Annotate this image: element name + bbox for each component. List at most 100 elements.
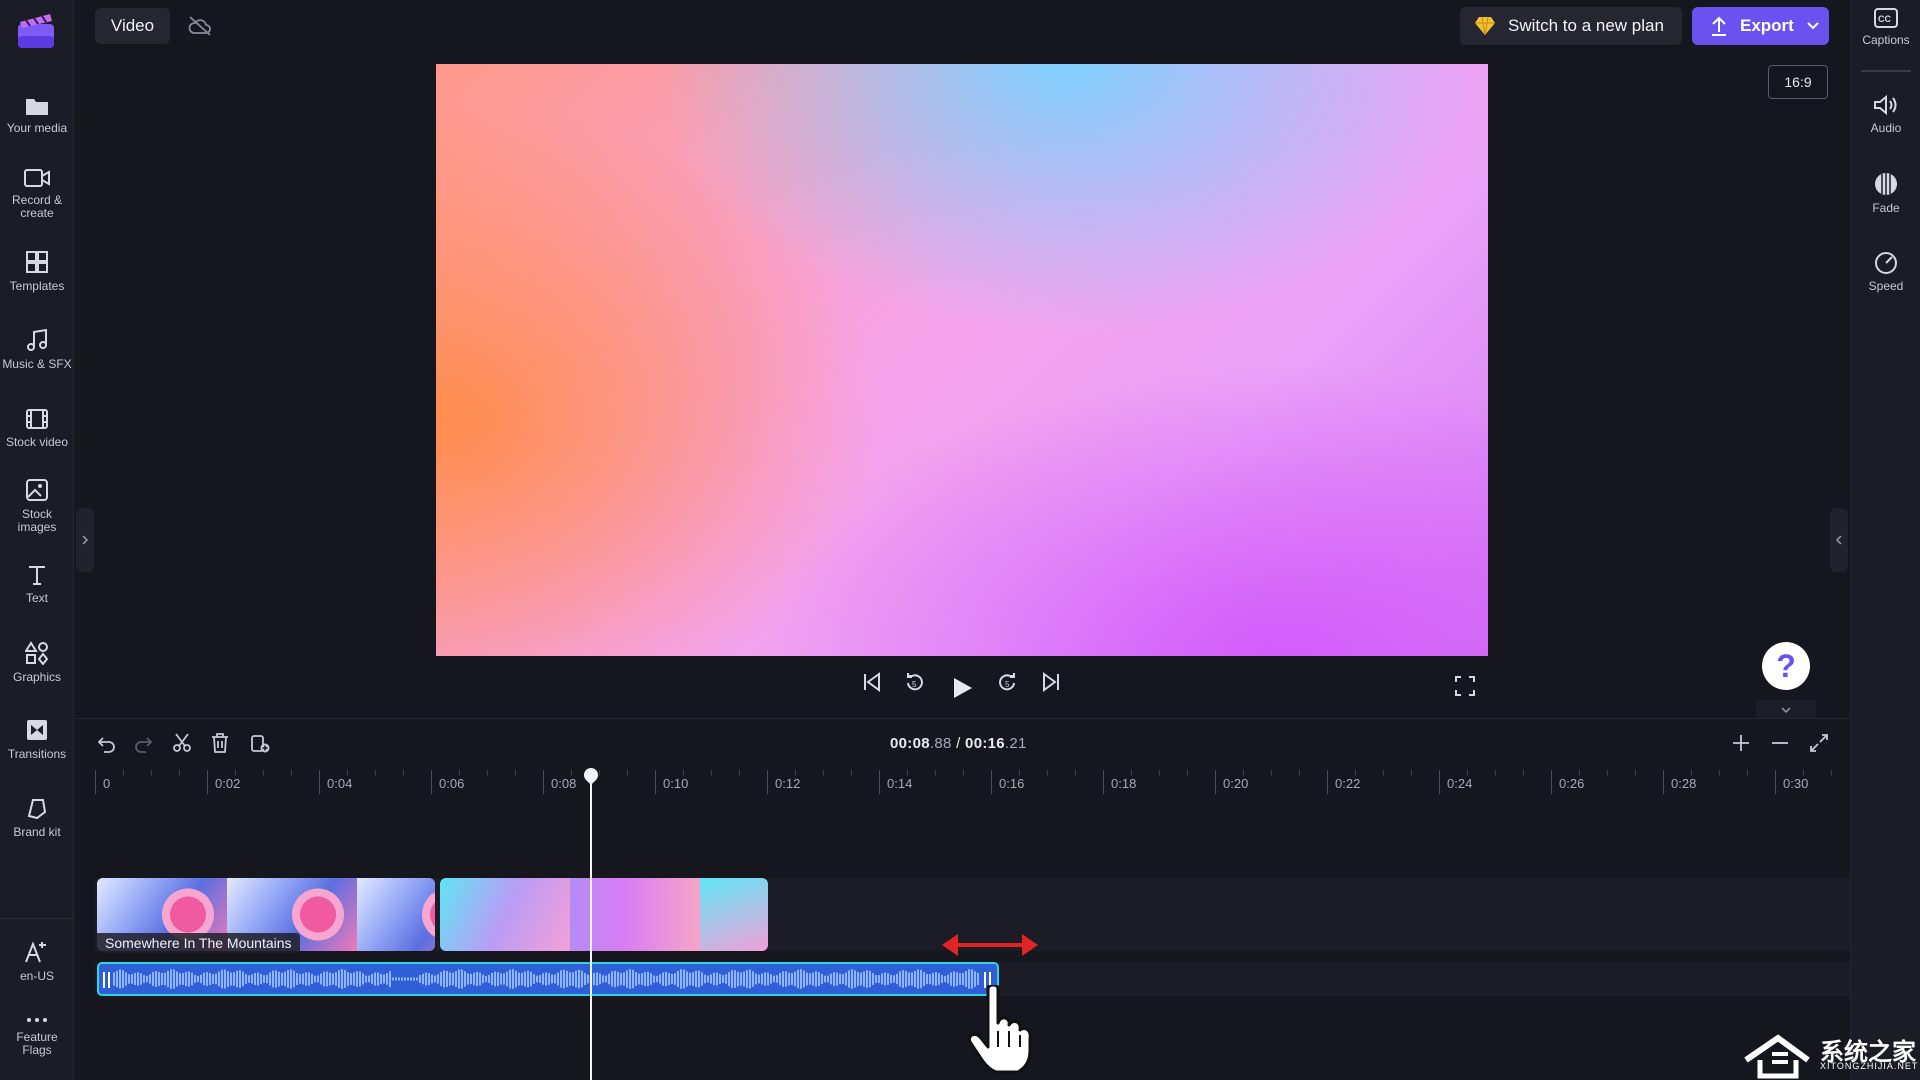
sidebar-item-brand-kit[interactable]: Brand kit — [0, 796, 74, 839]
waveform-bar — [461, 969, 463, 989]
right-panel-toggle[interactable] — [1830, 508, 1848, 572]
ruler-tick-label: 0:26 — [1559, 776, 1585, 791]
waveform-bar — [239, 970, 241, 988]
waveform-bar — [383, 974, 385, 984]
right-item-speed[interactable]: Speed — [1851, 250, 1920, 293]
waveform-bar — [443, 970, 445, 988]
ruler-tick-label: 0:02 — [215, 776, 241, 791]
duplicate-icon[interactable] — [250, 733, 270, 753]
undo-icon[interactable] — [96, 733, 116, 753]
waveform-bar — [335, 972, 337, 986]
waveform-bar — [509, 969, 511, 989]
skip-to-start-icon[interactable] — [862, 672, 882, 692]
sidebar-item-text[interactable]: Text — [0, 564, 74, 605]
sidebar-item-stock-images[interactable]: Stock images — [0, 478, 74, 534]
waveform-bar — [722, 975, 724, 983]
sidebar-item-record-create[interactable]: Record & create — [0, 168, 74, 220]
sidebar-item-templates[interactable]: Templates — [0, 250, 74, 293]
waveform-bar — [368, 975, 370, 983]
play-icon[interactable] — [952, 676, 974, 700]
sidebar-item-language[interactable]: en-US — [0, 940, 74, 983]
audio-clip[interactable] — [97, 962, 999, 996]
waveform-bar — [869, 970, 871, 988]
clip-thumbnail — [440, 878, 570, 951]
waveform-bar — [824, 975, 826, 983]
fullscreen-icon[interactable] — [1455, 676, 1475, 696]
left-panel-toggle[interactable] — [76, 508, 94, 572]
waveform-bar — [458, 969, 460, 989]
waveform-bar — [728, 971, 730, 987]
waveform-bar — [488, 975, 490, 983]
folder-icon — [26, 99, 48, 115]
export-button[interactable]: Export — [1692, 7, 1829, 45]
ruler-tick-label: 0:14 — [887, 776, 913, 791]
waveform-bar — [899, 971, 901, 987]
captions-icon: CC — [1874, 8, 1898, 28]
ruler-minor-tick — [515, 770, 516, 776]
right-item-captions[interactable]: CC Captions — [1851, 8, 1920, 47]
waveform-bar — [659, 974, 661, 984]
waveform-bar — [770, 974, 772, 984]
waveform-bar — [926, 973, 928, 985]
waveform-bar — [641, 973, 643, 985]
audio-trim-handle-start[interactable] — [103, 972, 110, 988]
waveform-bar — [584, 973, 586, 985]
fit-timeline-icon[interactable] — [1809, 733, 1829, 753]
sidebar-item-stock-video[interactable]: Stock video — [0, 408, 74, 449]
timeline-ruler[interactable]: 0 0:02 0:04 0:06 0:08 0:10 0:12 0:14 0:16 0:18 0:2… — [95, 770, 1850, 800]
rewind-5s-icon[interactable]: 5 — [904, 672, 926, 694]
ruler-tick — [991, 770, 992, 794]
waveform-bar — [203, 972, 205, 986]
waveform-bar — [320, 973, 322, 985]
film-icon — [26, 409, 48, 429]
waveform-bar — [116, 970, 118, 988]
waveform-bar — [197, 975, 199, 983]
redo-icon[interactable] — [134, 733, 154, 753]
waveform-bar — [545, 972, 547, 986]
sidebar-item-music-sfx[interactable]: Music & SFX — [0, 328, 74, 371]
skip-to-end-icon[interactable] — [1041, 672, 1061, 692]
sidebar-item-graphics[interactable]: Graphics — [0, 641, 74, 684]
app-logo-icon[interactable] — [16, 10, 56, 50]
help-button[interactable]: ? — [1762, 642, 1810, 690]
right-item-audio[interactable]: Audio — [1851, 94, 1920, 135]
waveform-bar — [620, 972, 622, 986]
ruler-minor-tick — [599, 770, 600, 776]
ruler-tick-label: 0:30 — [1783, 776, 1809, 791]
video-clip-gradient[interactable] — [440, 878, 768, 951]
waveform-bar — [737, 971, 739, 987]
ruler-minor-tick — [1691, 770, 1692, 776]
ruler-minor-tick — [459, 770, 460, 776]
waveform-bar — [599, 973, 601, 985]
waveform-bar — [800, 969, 802, 989]
waveform-bar — [413, 977, 415, 981]
video-preview[interactable] — [436, 64, 1488, 656]
sidebar-item-label: Transitions — [7, 747, 67, 761]
forward-5s-icon[interactable]: 5 — [996, 672, 1018, 694]
switch-plan-button[interactable]: Switch to a new plan — [1460, 7, 1682, 45]
pointer-hand-icon — [967, 985, 1032, 1074]
delete-icon[interactable] — [210, 733, 230, 753]
sidebar-item-feature-flags[interactable]: Feature Flags — [0, 1015, 74, 1057]
ruler-minor-tick — [1383, 770, 1384, 776]
zoom-out-icon[interactable] — [1770, 733, 1790, 753]
tab-video[interactable]: Video — [95, 8, 170, 44]
waveform-bar — [803, 970, 805, 988]
aspect-ratio-button[interactable]: 16:9 — [1768, 65, 1828, 99]
waveform-bar — [371, 974, 373, 984]
waveform-bar — [125, 972, 127, 986]
sidebar-item-your-media[interactable]: Your media — [0, 96, 74, 135]
waveform-bar — [314, 975, 316, 983]
waveform-bar — [248, 975, 250, 983]
waveform-bar — [683, 969, 685, 989]
waveform-bar — [602, 975, 604, 983]
cloud-off-icon[interactable] — [188, 15, 212, 37]
playhead[interactable] — [590, 770, 592, 1080]
right-item-fade[interactable]: Fade — [1851, 172, 1920, 215]
ruler-minor-tick — [1607, 770, 1608, 776]
zoom-in-icon[interactable] — [1731, 733, 1751, 753]
sidebar-item-transitions[interactable]: Transitions — [0, 718, 74, 761]
resize-arrow-icon — [942, 934, 1038, 956]
split-scissors-icon[interactable] — [172, 733, 192, 753]
waveform-bar — [563, 969, 565, 989]
